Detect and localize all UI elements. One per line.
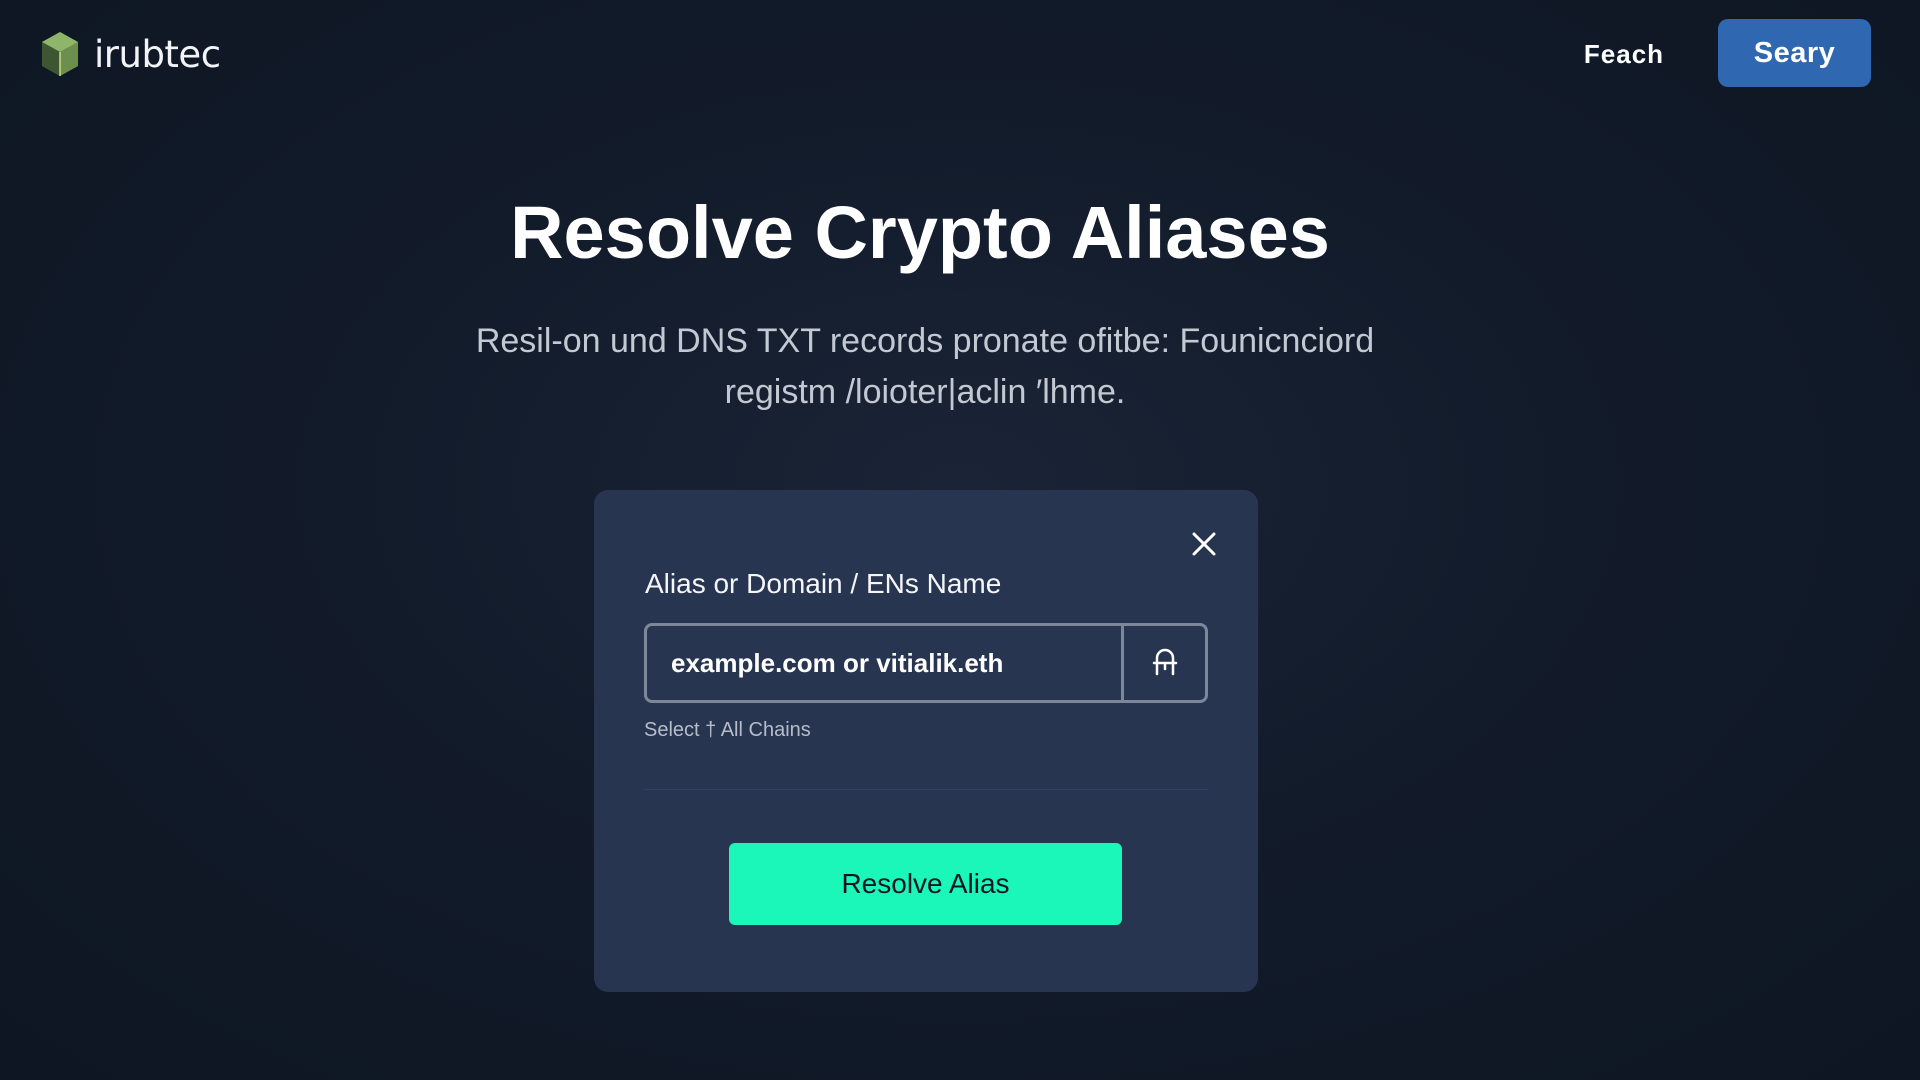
divider xyxy=(644,789,1208,790)
brand[interactable]: irubtec xyxy=(40,28,221,80)
close-icon[interactable] xyxy=(1182,522,1226,566)
alias-field-label: Alias or Domain / ENs Name xyxy=(645,568,1002,599)
nav-link[interactable]: Feach xyxy=(1560,34,1688,74)
lock-button[interactable] xyxy=(1121,626,1205,700)
hexagon-cube-icon xyxy=(42,32,78,76)
top-navigation: irubtec Feach Seary xyxy=(0,0,1920,108)
resolve-card: Alias or Domain / ENs Name Select † All … xyxy=(594,490,1258,992)
nav-primary-button[interactable]: Seary xyxy=(1718,19,1871,87)
resolve-alias-button[interactable]: Resolve Alias xyxy=(729,843,1122,925)
lock-icon xyxy=(1152,648,1177,676)
subtitle-line-2: registm /loioter|aclin ′lhme. xyxy=(724,373,1126,411)
alias-input[interactable] xyxy=(647,626,1121,700)
subtitle-line-1: Resil-on und DNS TXT records pronate ofi… xyxy=(475,322,1375,360)
brand-name: irubtec xyxy=(94,32,221,76)
page-subtitle: Resil-on und DNS TXT records pronate ofi… xyxy=(420,316,1430,418)
alias-input-group xyxy=(644,623,1208,703)
chain-select[interactable]: Select † All Chains xyxy=(644,719,811,742)
page-title: Resolve Crypto Aliases xyxy=(510,191,1330,274)
